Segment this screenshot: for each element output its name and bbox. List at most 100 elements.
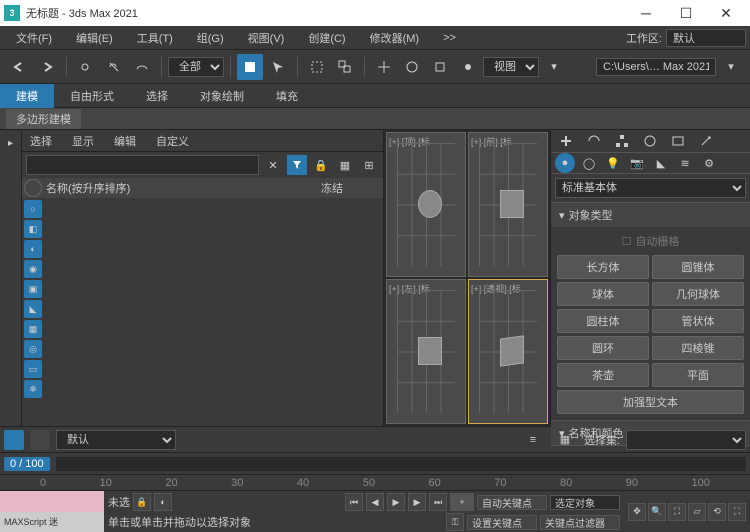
scene-tab-custom[interactable]: 自定义 [152,131,193,151]
setkey-button[interactable] [467,515,537,530]
spacewarps-icon[interactable]: ≋ [675,153,695,173]
lock-icon[interactable]: 🔒 [311,155,331,175]
category-select[interactable]: 标准基本体 [555,178,746,198]
visibility-icon[interactable] [24,179,42,197]
scale-button[interactable] [427,54,453,80]
obj-cylinder[interactable]: 圆柱体 [557,309,649,333]
keyfilter-button[interactable] [540,515,620,530]
layer-icon[interactable] [30,430,50,450]
window-crossing-button[interactable] [332,54,358,80]
subribbon-polymodel[interactable]: 多边形建模 [6,109,81,129]
goto-start-icon[interactable]: ⏮ [345,493,363,511]
move-button[interactable] [371,54,397,80]
filter-light-icon[interactable]: ◉ [24,260,42,278]
maximize-button[interactable]: ☐ [666,0,706,26]
unlink-button[interactable] [101,54,127,80]
selset-dropdown[interactable] [626,430,746,450]
create-tab-icon[interactable] [555,130,577,152]
isolate-icon[interactable]: ◐ [154,493,172,511]
prev-frame-icon[interactable]: ◀ [366,493,384,511]
shapes-icon[interactable]: ◯ [579,153,599,173]
minimize-button[interactable]: ─ [626,0,666,26]
hierarchy-tab-icon[interactable] [611,130,633,152]
link-button[interactable] [73,54,99,80]
geometry-icon[interactable]: ● [555,153,575,173]
ribbon-tab-modeling[interactable]: 建模 [0,84,54,108]
menu-modifiers[interactable]: 修改器(M) [358,30,432,46]
menu-file[interactable]: 文件(F) [4,30,64,46]
undo-button[interactable] [6,54,32,80]
layer-select[interactable]: 默认 [56,430,176,450]
macro-recorder[interactable] [0,491,104,512]
filter-geometry-icon[interactable]: ◧ [24,220,42,238]
objtype-header[interactable]: ▾ 对象类型 [551,203,750,227]
motion-tab-icon[interactable] [639,130,661,152]
viewport-front[interactable]: [+] [前] [标 [468,132,548,277]
project-path[interactable] [596,58,716,76]
goto-end-icon[interactable]: ⏭ [429,493,447,511]
leftbar-expand[interactable]: ▸ [2,134,20,152]
play-icon[interactable]: ▶ [387,493,405,511]
obj-box[interactable]: 长方体 [557,255,649,279]
obj-pyramid[interactable]: 四棱锥 [652,336,744,360]
filter-helper-icon[interactable]: ◣ [24,300,42,318]
name-column[interactable]: 名称(按升序排序) [46,180,321,196]
layer-color-icon[interactable] [4,430,24,450]
view-icon[interactable]: ▦ [335,155,355,175]
rotate-button[interactable] [399,54,425,80]
frame-indicator[interactable]: 0 / 100 [4,457,50,471]
zoom-icon[interactable]: 🔍 [648,503,666,521]
scene-tab-select[interactable]: 选择 [26,131,56,151]
rect-select-button[interactable] [304,54,330,80]
autogrid-check[interactable]: ☐ 自动栅格 [557,233,744,249]
obj-cone[interactable]: 圆锥体 [652,255,744,279]
maximize-viewport-icon[interactable]: ⛶ [728,503,746,521]
redo-button[interactable] [34,54,60,80]
ribbon-tab-populate[interactable]: 填充 [260,84,314,108]
filter-camera-icon[interactable]: ▣ [24,280,42,298]
lock-selection-icon[interactable]: 🔒 [133,493,151,511]
scene-tab-display[interactable]: 显示 [68,131,98,151]
scene-tab-edit[interactable]: 编辑 [110,131,140,151]
orbit-icon[interactable]: ⟲ [708,503,726,521]
obj-textplus[interactable]: 加强型文本 [557,390,744,414]
filter-shape-icon[interactable]: ◐ [24,240,42,258]
time-slider[interactable] [56,457,746,471]
menu-view[interactable]: 视图(V) [236,30,297,46]
menu-group[interactable]: 组(G) [185,30,236,46]
filter-all-icon[interactable]: ○ [24,200,42,218]
ribbon-tab-selection[interactable]: 选择 [130,84,184,108]
pivot-button[interactable]: ▾ [541,54,567,80]
keymode-icon[interactable]: ⚿ [446,513,464,531]
ribbon-tab-objectpaint[interactable]: 对象绘制 [184,84,260,108]
path-dropdown[interactable]: ▾ [718,54,744,80]
refcoord-select[interactable]: 视图 [483,57,539,77]
utilities-tab-icon[interactable] [695,130,717,152]
keymode-select[interactable] [550,495,620,510]
placement-button[interactable] [455,54,481,80]
pan-icon[interactable]: ✥ [628,503,646,521]
obj-sphere[interactable]: 球体 [557,282,649,306]
filter-container-icon[interactable]: ▭ [24,360,42,378]
autokey-button[interactable] [477,495,547,510]
search-clear-icon[interactable]: ✕ [263,155,283,175]
selset-icon2[interactable]: ▦ [552,427,578,453]
obj-geosphere[interactable]: 几何球体 [652,282,744,306]
scene-list[interactable] [44,198,383,426]
add-key-button[interactable]: + [450,493,474,511]
expand-icon[interactable]: ⊞ [359,155,379,175]
viewport-left[interactable]: [+] [左] [标 [386,279,466,424]
filter-frozen-icon[interactable]: ❄ [24,380,42,398]
menu-edit[interactable]: 编辑(E) [64,30,125,46]
helpers-icon[interactable]: ◣ [651,153,671,173]
time-ruler[interactable]: 0 10 20 30 40 50 60 70 80 90 100 [0,474,750,490]
obj-torus[interactable]: 圆环 [557,336,649,360]
menu-tools[interactable]: 工具(T) [125,30,185,46]
selection-filter[interactable]: 全部 [168,57,224,77]
bind-button[interactable] [129,54,155,80]
freeze-column[interactable]: 冻结 [321,180,381,196]
menu-create[interactable]: 创建(C) [296,30,357,46]
filter-button[interactable] [287,155,307,175]
selset-icon1[interactable]: ≡ [520,427,546,453]
obj-tube[interactable]: 管状体 [652,309,744,333]
